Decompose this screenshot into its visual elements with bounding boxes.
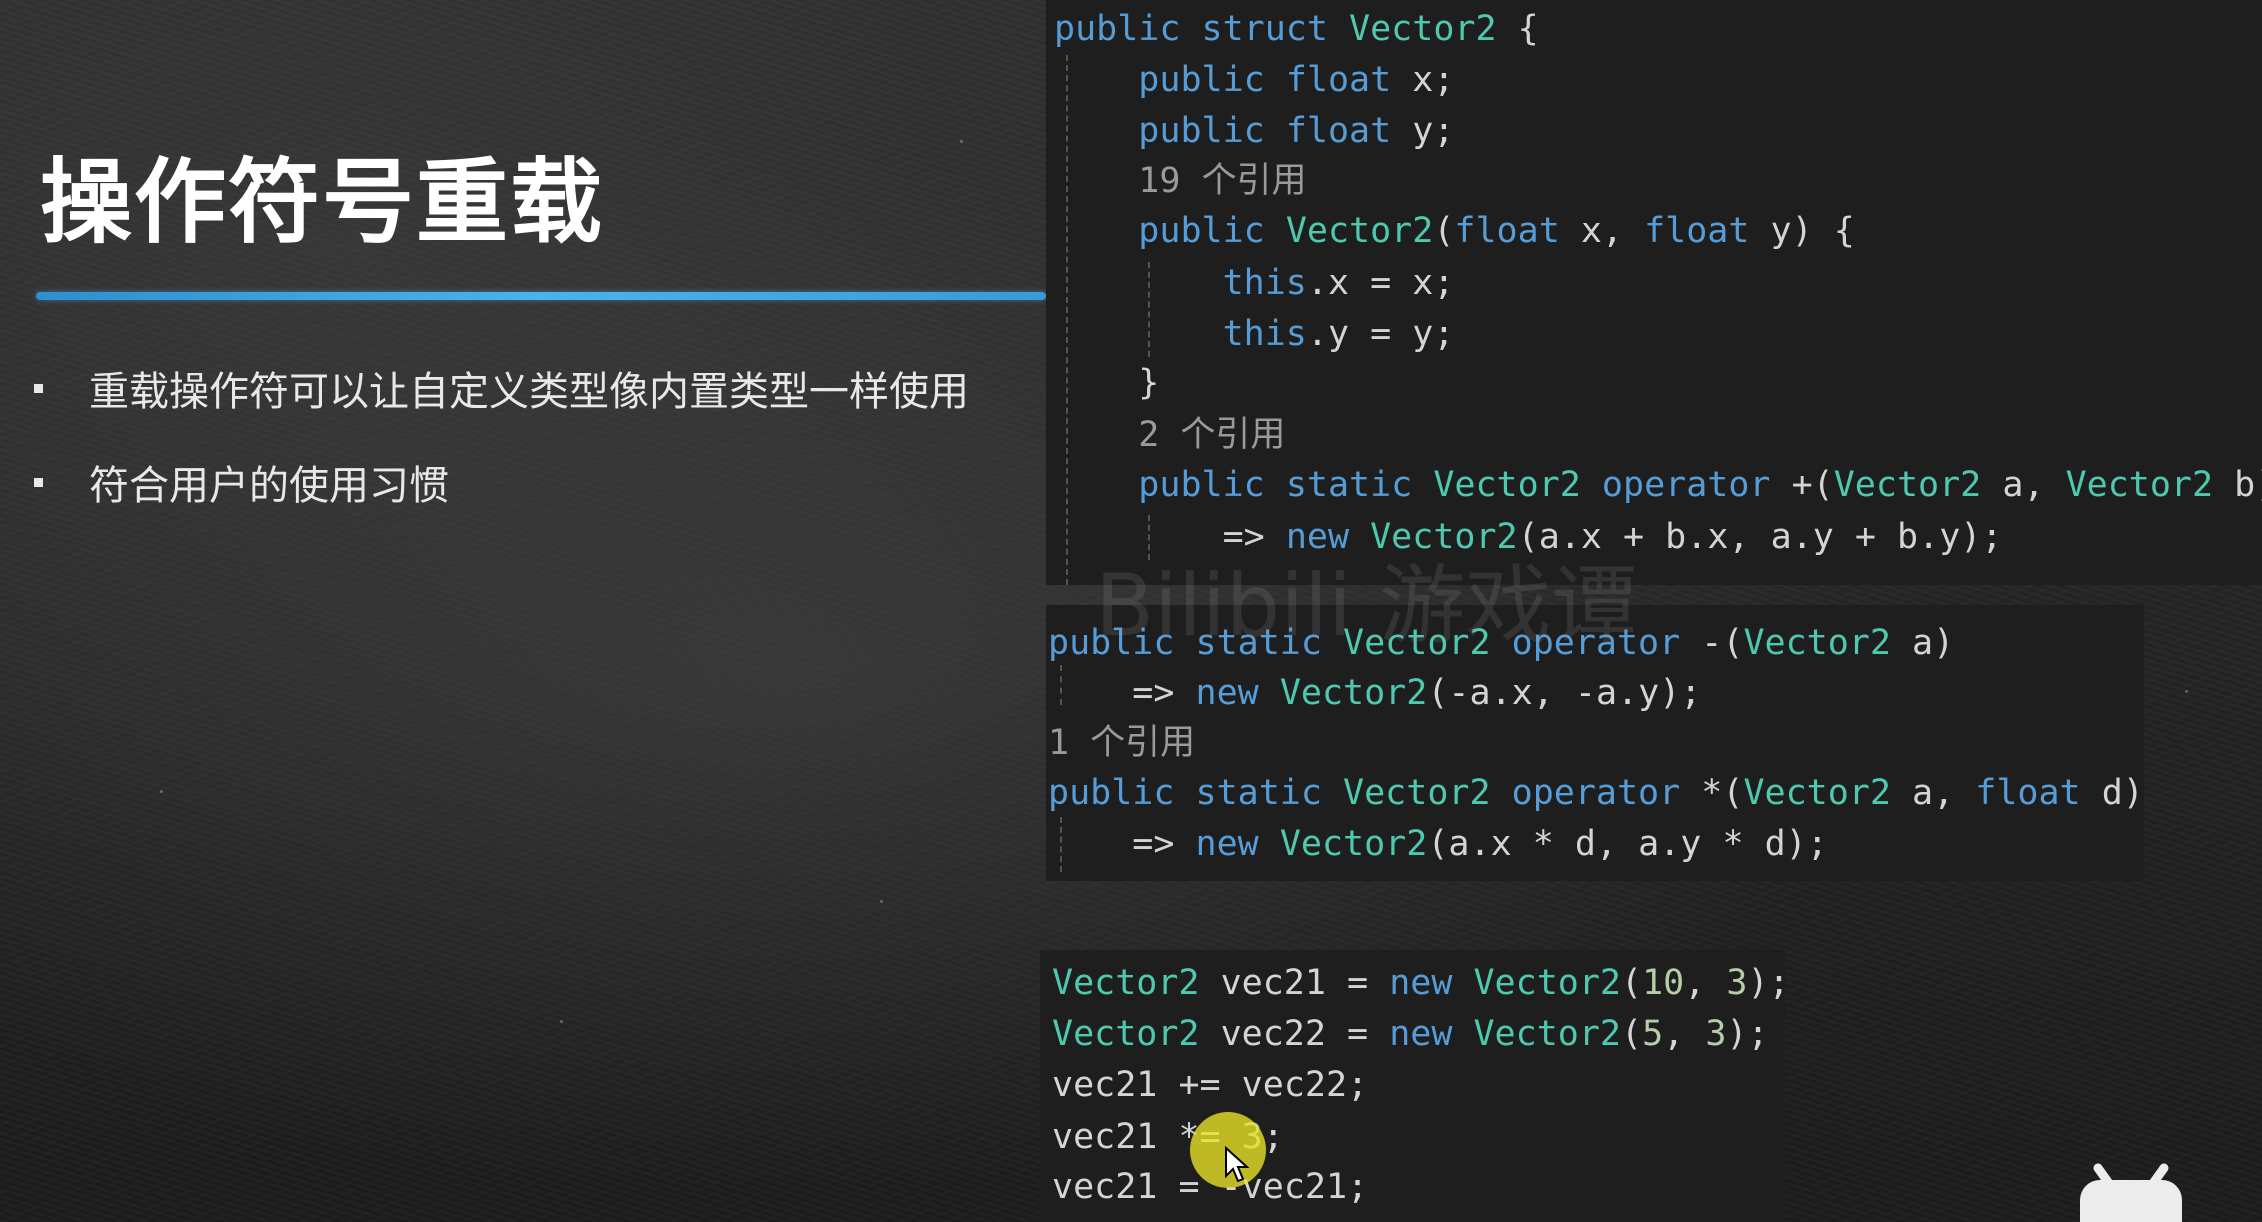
chalk-speck	[560, 1020, 563, 1023]
code-line: Vector2 vec22 = new Vector2(5, 3);	[1052, 1014, 1769, 1054]
bullet-item: 符合用户的使用习惯	[30, 454, 969, 510]
chalk-speck	[2185, 690, 2188, 693]
code-lens-reference-count[interactable]: 1 个引用	[1048, 718, 1195, 768]
code-line: this.y = y;	[1222, 314, 1455, 354]
code-line: public float x;	[1138, 60, 1455, 100]
code-line: public static Vector2 operator *(Vector2…	[1048, 773, 2144, 813]
watermark: Bilibili 游戏谭	[1095, 556, 1638, 656]
mouse-pointer-icon	[1225, 1146, 1250, 1183]
code-lens-reference-count[interactable]: 2 个引用	[1054, 410, 1285, 460]
code-panel-usage: Vector2 vec21 = new Vector2(10, 3); Vect…	[1040, 950, 1785, 1222]
code-line: => new Vector2(a.x * d, a.y * d);	[1132, 824, 1828, 864]
chalk-speck	[160, 790, 163, 793]
code-line: public static Vector2 operator +(Vector2…	[1138, 465, 2262, 505]
bullet-list: 重载操作符可以让自定义类型像内置类型一样使用 符合用户的使用习惯	[30, 360, 969, 548]
bilibili-tv-icon[interactable]	[2076, 1162, 2186, 1222]
chalk-speck	[960, 140, 963, 143]
slide-title: 操作符号重载	[40, 149, 605, 256]
code-line: => new Vector2(-a.x, -a.y);	[1132, 673, 1702, 713]
code-panel-struct: public struct Vector2 { public float x; …	[1046, 0, 2262, 585]
bullet-marker	[34, 477, 43, 487]
title-underline	[36, 292, 1046, 300]
code-line: public float y;	[1138, 111, 1455, 151]
chalk-speck	[880, 900, 883, 903]
code-lens-reference-count[interactable]: 19 个引用	[1054, 156, 1306, 206]
code-line: public struct Vector2 {	[1054, 9, 1539, 49]
bullet-text: 符合用户的使用习惯	[89, 463, 449, 509]
slide-canvas: 操作符号重载 重载操作符可以让自定义类型像内置类型一样使用 符合用户的使用习惯 …	[0, 0, 2262, 1222]
code-line: vec21 += vec22;	[1052, 1065, 1369, 1105]
code-line: public Vector2(float x, float y) {	[1138, 211, 1855, 251]
bullet-item: 重载操作符可以让自定义类型像内置类型一样使用	[30, 360, 969, 416]
code-line: Vector2 vec21 = new Vector2(10, 3);	[1052, 963, 1785, 1003]
bullet-marker	[34, 383, 43, 393]
code-line: this.x = x;	[1222, 263, 1455, 303]
bullet-text: 重载操作符可以让自定义类型像内置类型一样使用	[89, 369, 969, 415]
code-line: }	[1138, 363, 1160, 403]
